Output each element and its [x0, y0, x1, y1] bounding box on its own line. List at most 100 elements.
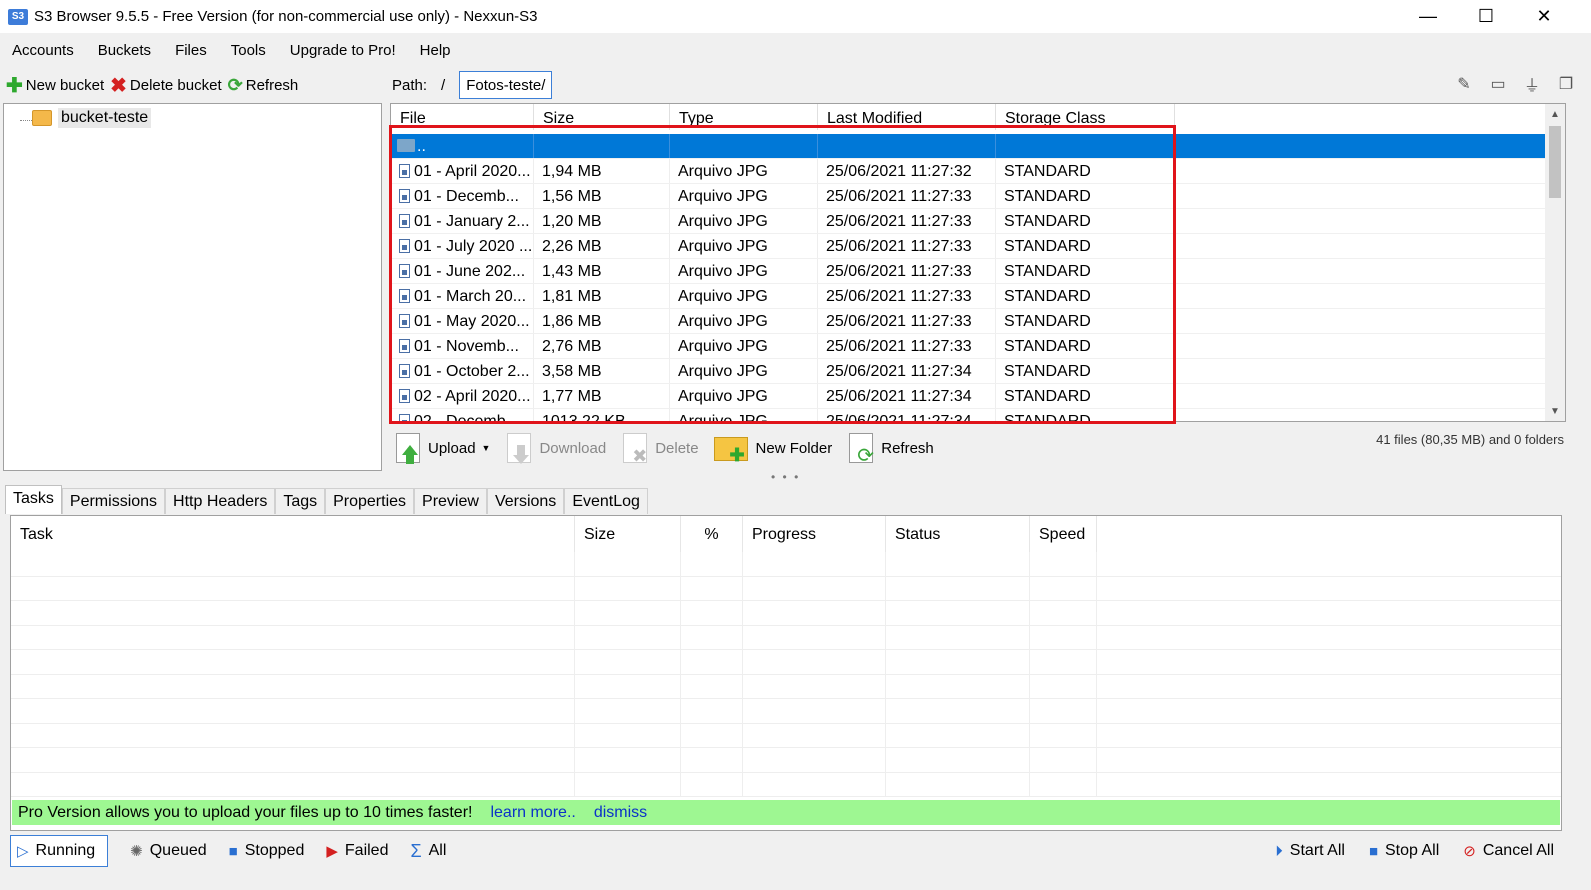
new-folder-button[interactable]: ✚ New Folder: [713, 431, 833, 465]
file-type: Arquivo JPG: [670, 209, 818, 233]
window-icon[interactable]: ▭: [1487, 73, 1509, 95]
table-row[interactable]: 01 - March 20... 1,81 MB Arquivo JPG 25/…: [391, 284, 1546, 309]
tab-tags[interactable]: Tags: [275, 488, 326, 514]
tree-node-bucket[interactable]: bucket-teste: [32, 108, 152, 128]
column-size[interactable]: Size: [534, 104, 670, 130]
table-row[interactable]: 01 - May 2020... 1,86 MB Arquivo JPG 25/…: [391, 309, 1546, 334]
table-row[interactable]: 01 - June 202... 1,43 MB Arquivo JPG 25/…: [391, 259, 1546, 284]
menu-tools[interactable]: Tools: [219, 42, 278, 59]
running-filter-button[interactable]: ▷ Running: [10, 835, 109, 867]
empty-row: [11, 650, 1561, 675]
start-all-label: Start All: [1289, 842, 1345, 859]
column-progress[interactable]: Progress: [743, 516, 886, 552]
refresh-files-button[interactable]: ⟳ Refresh: [846, 431, 934, 467]
start-all-button[interactable]: ⏵ Start All: [1275, 835, 1345, 867]
path-input[interactable]: Fotos-teste/: [459, 71, 553, 99]
file-name-cell: 01 - March 20...: [391, 284, 534, 308]
menu-upgrade[interactable]: Upgrade to Pro!: [278, 42, 408, 59]
folder-icon: [32, 110, 52, 126]
new-bucket-label: New bucket: [25, 76, 105, 94]
close-button[interactable]: ✕: [1515, 0, 1573, 33]
table-row[interactable]: 01 - July 2020 ... 2,26 MB Arquivo JPG 2…: [391, 234, 1546, 259]
scroll-down-icon[interactable]: ▼: [1545, 401, 1565, 421]
empty-cell: [996, 134, 1175, 158]
file-type: Arquivo JPG: [670, 259, 818, 283]
table-row[interactable]: 01 - Decemb... 1,56 MB Arquivo JPG 25/06…: [391, 184, 1546, 209]
column-status[interactable]: Status: [886, 516, 1030, 552]
column-type[interactable]: Type: [670, 104, 818, 130]
spinner-icon: ✺: [130, 843, 143, 860]
new-folder-label: New Folder: [755, 439, 833, 457]
delete-button[interactable]: ✖ Delete: [620, 431, 699, 466]
dismiss-link[interactable]: dismiss: [594, 804, 647, 822]
file-list-scrollbar[interactable]: ▲ ▼: [1545, 104, 1565, 421]
maximize-button[interactable]: ☐: [1457, 0, 1515, 33]
splitter-handle[interactable]: • • •: [771, 470, 800, 484]
queued-filter-button[interactable]: ✺ Queued: [130, 835, 207, 867]
file-type: Arquivo JPG: [670, 284, 818, 308]
menu-files[interactable]: Files: [163, 42, 219, 59]
table-row[interactable]: 02 - April 2020... 1,77 MB Arquivo JPG 2…: [391, 384, 1546, 409]
file-size: 3,58 MB: [534, 359, 670, 383]
tree-connector: [20, 120, 32, 121]
table-row[interactable]: 01 - October 2... 3,58 MB Arquivo JPG 25…: [391, 359, 1546, 384]
tab-properties[interactable]: Properties: [325, 488, 415, 514]
dropdown-arrow-icon[interactable]: ▼: [482, 443, 491, 453]
file-name-cell: 01 - June 202...: [391, 259, 534, 283]
window-title: S3 Browser 9.5.5 - Free Version (for non…: [34, 8, 538, 25]
scroll-up-icon[interactable]: ▲: [1545, 104, 1565, 124]
new-bucket-button[interactable]: ✚ New bucket: [6, 73, 104, 98]
menu-accounts[interactable]: Accounts: [0, 42, 86, 59]
stop-all-icon: ■: [1368, 842, 1378, 860]
scroll-thumb[interactable]: [1549, 126, 1561, 198]
file-storage-class: STANDARD: [996, 209, 1175, 233]
file-name-cell: 02 - April 2020...: [391, 384, 534, 408]
column-percent[interactable]: %: [681, 516, 743, 552]
column-task-size[interactable]: Size: [575, 516, 681, 552]
file-storage-class: STANDARD: [996, 259, 1175, 283]
table-row[interactable]: 02 - Decemb... 1013,22 KB Arquivo JPG 25…: [391, 409, 1546, 421]
stop-all-button[interactable]: ■ Stop All: [1369, 835, 1439, 867]
tab-permissions[interactable]: Permissions: [61, 488, 166, 514]
table-row[interactable]: 01 - January 2... 1,20 MB Arquivo JPG 25…: [391, 209, 1546, 234]
tab-versions[interactable]: Versions: [486, 488, 565, 514]
edit-pencil-icon[interactable]: ✎: [1453, 73, 1475, 95]
column-task[interactable]: Task: [11, 516, 575, 552]
menu-help[interactable]: Help: [408, 42, 463, 59]
stopped-filter-button[interactable]: ■ Stopped: [229, 835, 305, 867]
tab-preview[interactable]: Preview: [414, 488, 487, 514]
file-modified: 25/06/2021 11:27:33: [818, 184, 996, 208]
empty-cell: [534, 134, 670, 158]
path-root-separator[interactable]: /: [441, 77, 445, 94]
download-button[interactable]: Download: [504, 431, 606, 465]
filter-icon[interactable]: ⏚: [1521, 73, 1543, 95]
running-label: Running: [35, 842, 96, 859]
all-filter-button[interactable]: Σ All: [410, 835, 446, 867]
table-row-updir[interactable]: ..: [391, 134, 1546, 159]
upload-button[interactable]: Upload ▼: [393, 431, 490, 465]
failed-filter-button[interactable]: ▶ Failed: [326, 835, 388, 867]
refresh-buckets-button[interactable]: ⟳ Refresh: [228, 75, 299, 96]
tab-tasks[interactable]: Tasks: [5, 485, 62, 514]
image-file-icon: [399, 239, 410, 253]
tab-http-headers[interactable]: Http Headers: [165, 488, 276, 514]
table-row[interactable]: 01 - April 2020... 1,94 MB Arquivo JPG 2…: [391, 159, 1546, 184]
column-file[interactable]: File: [391, 104, 534, 130]
table-row[interactable]: 01 - Novemb... 2,76 MB Arquivo JPG 25/06…: [391, 334, 1546, 359]
tab-eventlog[interactable]: EventLog: [564, 488, 648, 514]
file-type: Arquivo JPG: [670, 334, 818, 358]
sigma-icon: Σ: [410, 840, 422, 861]
copy-icon[interactable]: ❐: [1555, 73, 1577, 95]
column-storage-class[interactable]: Storage Class: [996, 104, 1175, 130]
files-count: 41 files (80,35 MB) and 0 folders: [1376, 432, 1564, 447]
file-list: File Size Type Last Modified Storage Cla…: [390, 103, 1566, 422]
column-last-modified[interactable]: Last Modified: [818, 104, 996, 130]
menu-buckets[interactable]: Buckets: [86, 42, 163, 59]
file-type: Arquivo JPG: [670, 159, 818, 183]
delete-bucket-button[interactable]: ✖ Delete bucket: [110, 73, 222, 98]
learn-more-link[interactable]: learn more..: [490, 804, 575, 822]
minimize-button[interactable]: —: [1399, 0, 1457, 33]
delete-x-icon: ✖: [110, 74, 127, 97]
cancel-all-button[interactable]: ⊘ Cancel All: [1463, 835, 1554, 867]
column-speed[interactable]: Speed: [1030, 516, 1097, 552]
